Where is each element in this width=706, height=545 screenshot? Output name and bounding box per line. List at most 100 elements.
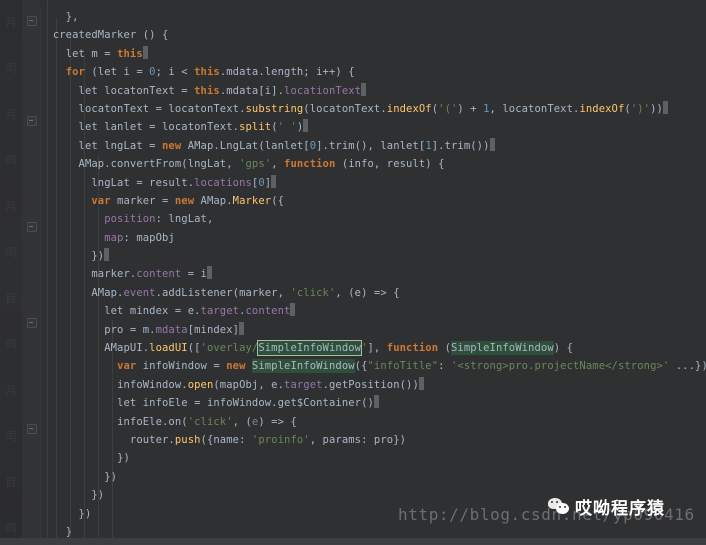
fold-marker[interactable]	[27, 116, 37, 126]
code-line[interactable]: lngLat = result.locations[0]	[40, 174, 706, 192]
code-line[interactable]: pro = m.mdata[mindex]	[40, 321, 706, 339]
ghost-glyph: 月	[5, 200, 17, 213]
code-token: AMap.	[91, 286, 124, 299]
code-token: })	[78, 507, 92, 520]
fold-marker[interactable]	[27, 318, 37, 328]
code-token: 'proinfo'	[251, 433, 310, 446]
code-token: function	[386, 342, 439, 355]
code-token: :	[438, 360, 451, 373]
code-line[interactable]: createdMarker () {	[40, 26, 706, 44]
code-token: })	[117, 452, 130, 465]
fold-marker[interactable]	[27, 424, 37, 434]
code-line[interactable]: infoWindow.open(mapObj, e.target.getPosi…	[40, 376, 706, 394]
code-token: (info, result) {	[335, 158, 445, 171]
code-line[interactable]: for (let i = 0; i < this.mdata.length; i…	[40, 63, 706, 81]
code-line[interactable]: router.push({name: 'proinfo', params: pr…	[40, 431, 706, 449]
code-token: let lngLat =	[78, 139, 163, 152]
code-line[interactable]: })	[40, 247, 706, 265]
code-line[interactable]: })	[40, 468, 706, 486]
code-token: locations	[194, 176, 252, 189]
code-token: },	[65, 11, 79, 23]
code-token: infoWindow.	[117, 378, 188, 391]
code-line[interactable]: let locatonText = this.mdata[i].location…	[40, 82, 706, 100]
code-line[interactable]: var marker = new AMap.Marker({	[40, 192, 706, 210]
code-line[interactable]: })	[40, 449, 706, 467]
editor-gutter[interactable]	[22, 0, 41, 545]
code-token: split	[239, 121, 272, 134]
code-line[interactable]: AMapUI.loadUI(['overlay/SimpleInfoWindow…	[40, 339, 706, 357]
code-token: ({name:	[200, 433, 252, 446]
ghost-glyph: 同	[5, 246, 17, 259]
code-line[interactable]: AMap.convertFrom(lngLat, 'gps', function…	[40, 155, 706, 173]
ghost-glyph: 月	[5, 384, 17, 397]
ghost-glyph: 同	[5, 338, 17, 351]
code-token: this	[117, 47, 143, 60]
code-token: new	[226, 360, 246, 373]
code-token: loadUI	[149, 342, 188, 355]
code-line[interactable]: var infoWindow = new SimpleInfoWindow({"…	[40, 357, 706, 375]
code-line[interactable]: let infoEle = infoWindow.get$Container()	[40, 394, 706, 412]
ghost-glyph: 月	[5, 16, 17, 29]
code-token: let lanlet = locatonText.	[78, 121, 240, 134]
code-line[interactable]: marker.content = i	[40, 265, 706, 283]
code-line[interactable]: AMap.event.addListener(marker, 'click', …	[40, 284, 706, 302]
code-content[interactable]: }, createdMarker () { let m = this for (…	[40, 8, 706, 545]
code-token: ].trim())	[431, 139, 490, 152]
code-token: push	[174, 433, 201, 446]
code-token: event	[123, 286, 156, 299]
code-token: let infoEle = infoWindow.get$Container()	[117, 397, 374, 410]
code-line[interactable]: let lngLat = new AMap.LngLat(lanlet[0].t…	[40, 137, 706, 155]
code-token: createdMarker	[52, 29, 137, 42]
code-line[interactable]: infoEle.on('click', (e) => {	[40, 413, 706, 431]
code-line[interactable]: locatonText = locatonText.substring(loca…	[40, 100, 706, 118]
trailing-block-marker	[662, 100, 668, 114]
code-token: ([	[187, 342, 201, 355]
code-token: (let i =	[84, 66, 150, 79]
code-token: mdata	[155, 323, 188, 336]
code-line[interactable]: map: mapObj	[40, 229, 706, 247]
code-line[interactable]: let m = this	[40, 45, 706, 63]
trailing-block-marker	[142, 45, 148, 59]
code-token: m =	[91, 47, 118, 60]
code-token: (locatonText.	[303, 102, 387, 115]
code-token: marker =	[110, 194, 175, 207]
code-token: ) +	[457, 102, 484, 115]
code-line[interactable]: let lanlet = locatonText.split(' ')	[40, 118, 706, 136]
code-token: for	[65, 66, 85, 79]
code-line[interactable]: let mindex = e.target.content	[40, 302, 706, 320]
code-token: ) {	[553, 342, 574, 355]
code-token: , (	[232, 415, 252, 428]
code-token: content	[245, 305, 291, 318]
code-token: ...})	[669, 360, 706, 373]
trailing-block-marker	[271, 174, 277, 188]
code-token: infoWindow =	[136, 360, 227, 373]
code-token: : mapObj	[123, 231, 175, 244]
code-token: router.	[129, 433, 175, 446]
code-line[interactable]: },	[40, 8, 706, 26]
trailing-block-marker	[373, 395, 379, 409]
code-editor-window: 月 同 月 同 月 同 目 同 月 同 目 同 }, createdMarker…	[0, 0, 706, 545]
code-token: marker.	[91, 268, 137, 281]
code-token: "infoTitle"	[367, 360, 439, 373]
fold-marker[interactable]	[27, 16, 37, 26]
code-token: position	[104, 213, 156, 226]
code-token: , locatonText.	[489, 102, 580, 115]
code-token: infoEle.on(	[117, 415, 188, 428]
code-token: 'click'	[290, 286, 336, 299]
code-line[interactable]: position: lngLat,	[40, 210, 706, 228]
code-token: var	[117, 360, 137, 373]
trailing-block-marker	[206, 266, 212, 280]
code-token: (mapObj, e.	[213, 378, 285, 391]
fold-marker[interactable]	[27, 222, 37, 232]
code-token: })	[91, 489, 105, 502]
